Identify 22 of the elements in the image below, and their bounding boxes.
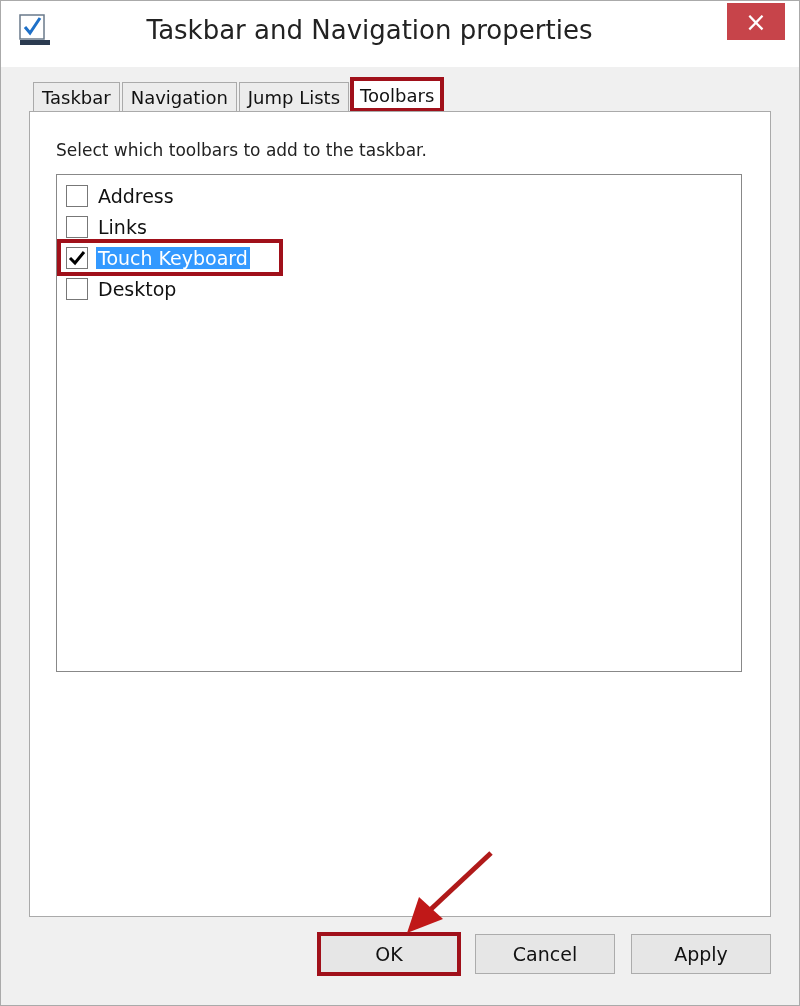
- checkbox[interactable]: [66, 215, 88, 238]
- checkbox[interactable]: [66, 246, 88, 269]
- checkbox[interactable]: [66, 184, 88, 207]
- checkbox-icon: [18, 13, 52, 47]
- checkbox[interactable]: [66, 277, 88, 300]
- dialog-button[interactable]: Apply: [631, 934, 771, 974]
- tab[interactable]: Taskbar: [33, 82, 120, 111]
- instruction-text: Select which toolbars to add to the taskbar.: [56, 140, 428, 160]
- tab[interactable]: Jump Lists: [238, 82, 350, 111]
- list-item[interactable]: Desktop: [66, 273, 209, 304]
- dialog-button[interactable]: OK: [319, 934, 459, 974]
- list-item[interactable]: Address: [66, 180, 206, 211]
- item-label: Links: [97, 215, 148, 238]
- tab[interactable]: Toolbars: [351, 78, 444, 111]
- dialog-button[interactable]: Cancel: [475, 934, 615, 974]
- item-label: Desktop: [97, 277, 178, 300]
- close-button[interactable]: ×: [727, 3, 785, 40]
- item-label: Address: [97, 184, 175, 207]
- tab[interactable]: Navigation: [121, 82, 237, 111]
- item-label: Touch Keyboard: [96, 246, 250, 269]
- list-item[interactable]: Links: [66, 211, 179, 242]
- window-title: Taskbar and Navigation properties: [145, 15, 594, 45]
